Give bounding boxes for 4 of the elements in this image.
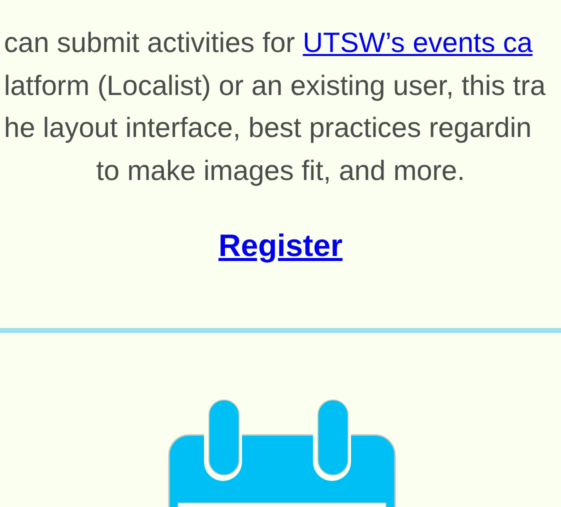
events-calendar-link[interactable]: UTSW’s events ca: [302, 27, 533, 58]
register-link[interactable]: Register: [218, 230, 343, 262]
event-description: can submit activities for UTSW’s events ca latform (Localist) or an existing user, this tra he layout interface, best practices regardin to make images fit, and more.: [3, 26, 547, 188]
calendar-icon: [168, 399, 396, 507]
